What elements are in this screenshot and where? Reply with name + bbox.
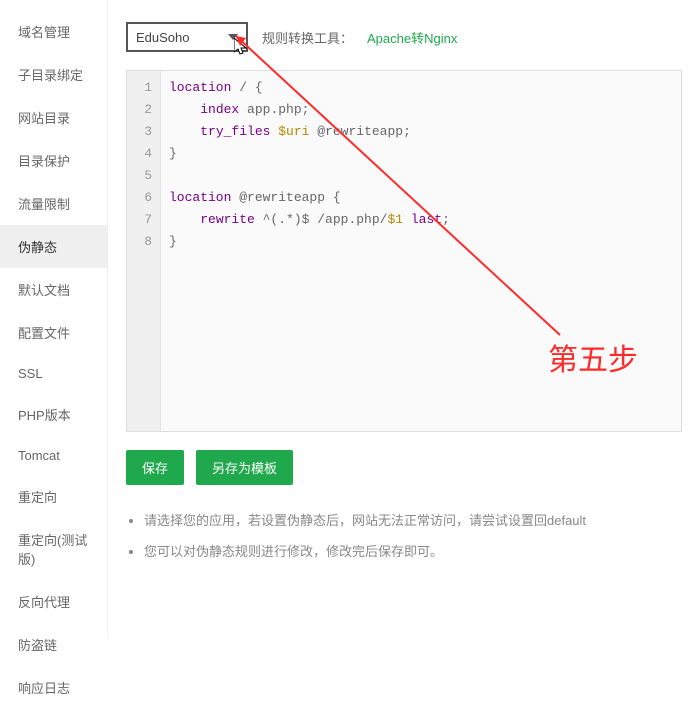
template-select-value: EduSoho <box>136 30 228 45</box>
top-row: EduSoho 规则转换工具： Apache转Nginx <box>126 22 682 52</box>
sidebar-item[interactable]: 目录保护 <box>0 139 107 182</box>
code-line: } <box>169 143 673 165</box>
code-line <box>169 165 673 187</box>
line-number: 8 <box>127 231 152 253</box>
save-button[interactable]: 保存 <box>126 450 184 485</box>
note-item: 请选择您的应用，若设置伪静态后，网站无法正常访问，请尝试设置回default <box>144 511 682 532</box>
main-panel: EduSoho 规则转换工具： Apache转Nginx 12345678 lo… <box>108 0 700 637</box>
notes: 请选择您的应用，若设置伪静态后，网站无法正常访问，请尝试设置回default 您… <box>126 511 682 563</box>
line-number: 3 <box>127 121 152 143</box>
annotation-text: 第五步 <box>548 335 638 379</box>
line-number: 1 <box>127 77 152 99</box>
line-number: 7 <box>127 209 152 231</box>
line-gutter: 12345678 <box>127 71 161 431</box>
line-number: 2 <box>127 99 152 121</box>
sidebar-item[interactable]: 配置文件 <box>0 311 107 354</box>
code-line: index app.php; <box>169 99 673 121</box>
sidebar-item[interactable]: 流量限制 <box>0 182 107 225</box>
cursor-icon <box>234 38 250 58</box>
template-select[interactable]: EduSoho <box>126 22 248 52</box>
code-line: location / { <box>169 77 673 99</box>
code-line: } <box>169 231 673 253</box>
sidebar-item[interactable]: 网站目录 <box>0 96 107 139</box>
sidebar-item[interactable]: Tomcat <box>0 436 107 475</box>
sidebar-item[interactable]: 反向代理 <box>0 580 107 623</box>
sidebar-item[interactable]: 重定向(测试版) <box>0 518 107 580</box>
save-as-template-button[interactable]: 另存为模板 <box>196 450 293 485</box>
sidebar-item[interactable]: 默认文档 <box>0 268 107 311</box>
sidebar: 域名管理子目录绑定网站目录目录保护流量限制伪静态默认文档配置文件SSLPHP版本… <box>0 0 108 637</box>
code-line: rewrite ^(.*)$ /app.php/$1 last; <box>169 209 673 231</box>
tool-label: 规则转换工具： <box>262 28 353 47</box>
sidebar-item[interactable]: PHP版本 <box>0 393 107 436</box>
sidebar-item[interactable]: 子目录绑定 <box>0 53 107 96</box>
sidebar-item[interactable]: 响应日志 <box>0 666 107 709</box>
button-row: 保存 另存为模板 <box>126 450 682 485</box>
line-number: 6 <box>127 187 152 209</box>
line-number: 5 <box>127 165 152 187</box>
tool-link[interactable]: Apache转Nginx <box>367 28 457 47</box>
sidebar-item[interactable]: 防盗链 <box>0 623 107 666</box>
note-item: 您可以对伪静态规则进行修改，修改完后保存即可。 <box>144 542 682 563</box>
code-line: try_files $uri @rewriteapp; <box>169 121 673 143</box>
sidebar-item[interactable]: 域名管理 <box>0 10 107 53</box>
sidebar-item[interactable]: 重定向 <box>0 475 107 518</box>
code-line: location @rewriteapp { <box>169 187 673 209</box>
line-number: 4 <box>127 143 152 165</box>
chevron-down-icon <box>228 34 238 40</box>
sidebar-item[interactable]: SSL <box>0 354 107 393</box>
sidebar-item[interactable]: 伪静态 <box>0 225 107 268</box>
